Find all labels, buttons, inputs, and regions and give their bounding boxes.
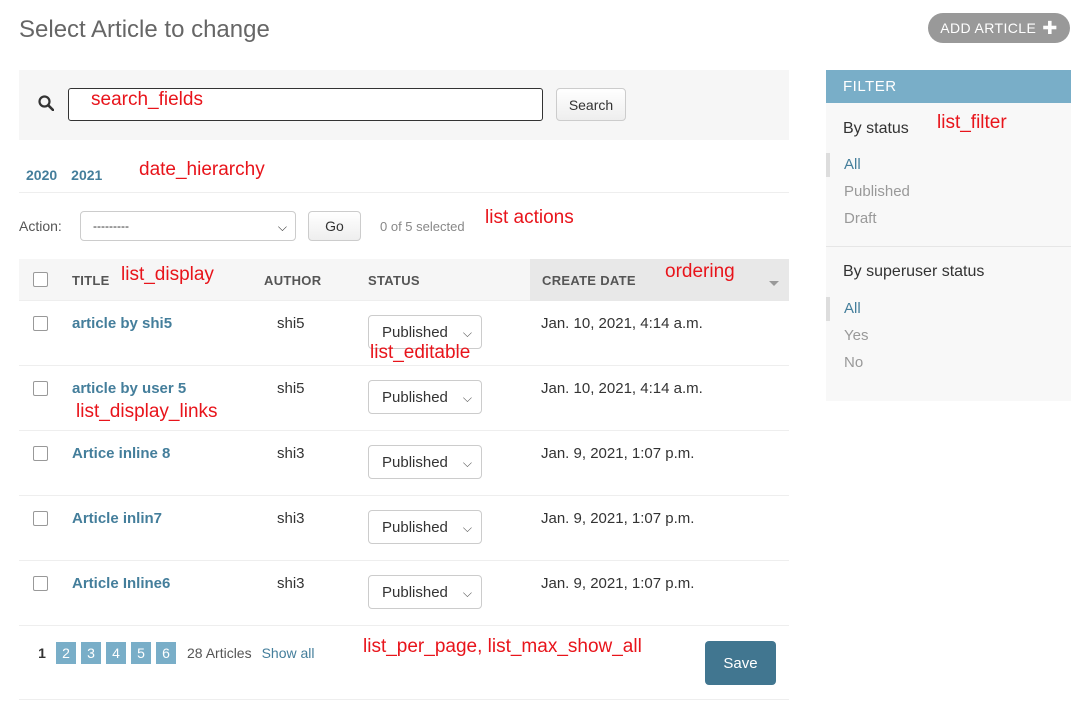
divider (826, 246, 1071, 247)
annotation-search-fields: search_fields (91, 89, 203, 110)
column-header-create-date[interactable]: CREATE DATE (542, 273, 636, 288)
row-checkbox[interactable] (33, 576, 48, 591)
filter-group-title: By status (843, 120, 909, 137)
page-link[interactable]: 2 (56, 641, 76, 664)
row-title-link[interactable]: article by user 5 (72, 380, 186, 397)
current-page: 1 (38, 644, 46, 661)
filter-group-title: By superuser status (843, 263, 985, 280)
page-link[interactable]: 3 (81, 641, 101, 664)
annotation-ordering: ordering (665, 261, 735, 282)
annotation-list-filter: list_filter (937, 112, 1007, 133)
column-header-status[interactable]: STATUS (368, 273, 420, 288)
column-header-author[interactable]: AUTHOR (264, 273, 321, 288)
row-title-link[interactable]: article by shi5 (72, 315, 172, 332)
page-link[interactable]: 6 (156, 641, 176, 664)
chevron-down-icon: ⌵ (462, 326, 472, 340)
row-title-link[interactable]: Artice inline 8 (72, 445, 170, 462)
select-all-checkbox[interactable] (33, 272, 48, 287)
chevron-down-icon: ⌵ (462, 391, 472, 405)
table-row: Artice inline 8 shi3 Published ⌵ Jan. 9, … (19, 431, 789, 496)
filter-option[interactable]: All (844, 156, 861, 173)
row-status-value: Published (382, 583, 448, 601)
chevron-down-icon: ⌵ (277, 220, 287, 234)
row-author: shi3 (277, 445, 305, 462)
column-header-title[interactable]: TITLE (72, 273, 110, 288)
filter-selected-marker (826, 297, 830, 321)
filter-option[interactable]: Published (844, 183, 910, 200)
add-article-label: ADD ARTICLE (940, 20, 1037, 36)
page-title: Select Article to change (19, 16, 270, 43)
search-button[interactable]: Search (556, 88, 626, 121)
pagination: 1 2 3 4 5 6 28 Articles Show all (19, 640, 315, 665)
page-link[interactable]: 5 (131, 641, 151, 664)
annotation-list-per-page: list_per_page, list_max_show_all (363, 636, 642, 657)
annotation-list-display-links: list_display_links (76, 401, 218, 422)
date-hierarchy: 2020 2021 (26, 167, 116, 183)
action-label: Action: (19, 218, 62, 234)
save-button[interactable]: Save (705, 641, 776, 685)
plus-icon: ✚ (1042, 18, 1058, 38)
row-author: shi5 (277, 380, 305, 397)
row-status-value: Published (382, 388, 448, 406)
date-hierarchy-year[interactable]: 2020 (26, 167, 57, 183)
row-checkbox[interactable] (33, 381, 48, 396)
row-status-value: Published (382, 453, 448, 471)
row-checkbox[interactable] (33, 316, 48, 331)
action-selected-option: --------- (93, 219, 129, 233)
row-create-date: Jan. 9, 2021, 1:07 p.m. (541, 575, 695, 592)
annotation-list-editable: list_editable (370, 342, 471, 363)
annotation-list-actions: list actions (485, 207, 574, 228)
chevron-down-icon: ⌵ (462, 456, 472, 470)
divider (19, 699, 789, 700)
row-create-date: Jan. 10, 2021, 4:14 a.m. (541, 315, 703, 332)
annotation-date-hierarchy: date_hierarchy (139, 159, 265, 180)
row-author: shi5 (277, 315, 305, 332)
date-hierarchy-year[interactable]: 2021 (71, 167, 102, 183)
filter-option[interactable]: All (844, 300, 861, 317)
row-create-date: Jan. 10, 2021, 4:14 a.m. (541, 380, 703, 397)
row-status-select[interactable]: Published ⌵ (368, 510, 482, 544)
add-article-button[interactable]: ADD ARTICLE ✚ (928, 13, 1070, 43)
row-status-value: Published (382, 518, 448, 536)
row-title-link[interactable]: Article Inline6 (72, 575, 170, 592)
action-select[interactable]: --------- ⌵ (80, 211, 296, 241)
row-author: shi3 (277, 575, 305, 592)
filter-option[interactable]: Yes (844, 327, 868, 344)
selected-count: 0 of 5 selected (380, 219, 465, 234)
chevron-down-icon: ⌵ (462, 586, 472, 600)
annotation-list-display: list_display (121, 264, 214, 285)
filter-heading: FILTER (826, 70, 1071, 103)
search-icon (38, 95, 54, 111)
row-status-select[interactable]: Published ⌵ (368, 445, 482, 479)
result-count: 28 Articles (187, 644, 252, 661)
divider (19, 192, 789, 193)
filter-option[interactable]: No (844, 354, 863, 371)
row-checkbox[interactable] (33, 446, 48, 461)
row-status-select[interactable]: Published ⌵ (368, 380, 482, 414)
row-checkbox[interactable] (33, 511, 48, 526)
row-title-link[interactable]: Article inlin7 (72, 510, 162, 527)
show-all-link[interactable]: Show all (262, 645, 315, 661)
filter-selected-marker (826, 153, 830, 177)
go-button[interactable]: Go (308, 211, 361, 241)
row-author: shi3 (277, 510, 305, 527)
page-link[interactable]: 4 (106, 641, 126, 664)
row-status-select[interactable]: Published ⌵ (368, 575, 482, 609)
row-status-value: Published (382, 323, 448, 341)
filter-option[interactable]: Draft (844, 210, 877, 227)
table-row: Article inlin7 shi3 Published ⌵ Jan. 9, 2… (19, 496, 789, 561)
chevron-down-icon: ⌵ (462, 521, 472, 535)
sort-descending-icon[interactable] (769, 281, 779, 286)
table-row: Article Inline6 shi3 Published ⌵ Jan. 9, … (19, 561, 789, 626)
row-create-date: Jan. 9, 2021, 1:07 p.m. (541, 510, 695, 527)
row-create-date: Jan. 9, 2021, 1:07 p.m. (541, 445, 695, 462)
